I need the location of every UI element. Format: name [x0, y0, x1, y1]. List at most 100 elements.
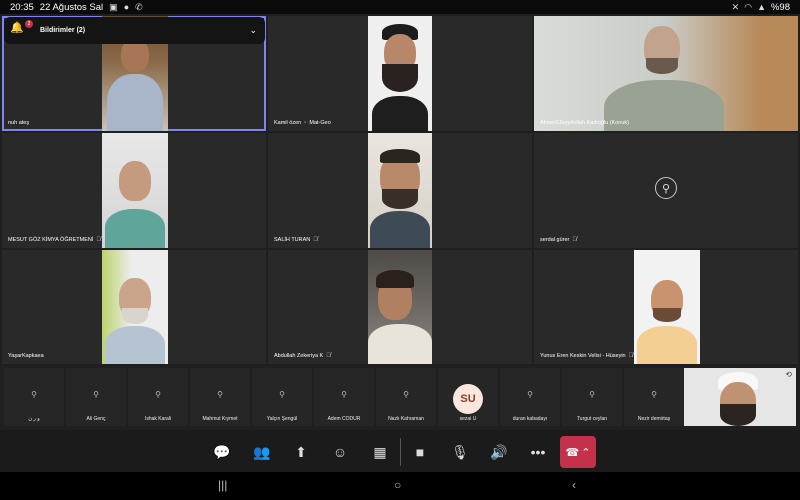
strip-tile[interactable]: ⚲ Nazlı Kahraman — [376, 368, 436, 426]
gallery-icon: ▣ — [109, 1, 118, 12]
strip-tile[interactable]: ⚲ Mahmut Kıymet — [190, 368, 250, 426]
person-icon: ⚲ — [655, 177, 677, 199]
strip-name: Ali Genç — [86, 416, 106, 422]
battery-level: %98 — [770, 1, 790, 13]
participant-video — [534, 16, 798, 131]
mic-off-icon: 🎙̸ — [326, 353, 331, 359]
participant-tile-kamil-ozen[interactable]: Kamil özen ▫ Mat-Geo — [268, 16, 532, 131]
more-icon[interactable]: ••• — [524, 438, 552, 466]
home-button[interactable]: ○ — [394, 478, 401, 492]
call-controls: 💬 👥 ⬆ ☺ ▦ ■ 🎙 🔊 ••• ☎ ⌃ — [0, 430, 800, 472]
status-bar: 20:35 22 Ağustos Sal ▣ ● ✆ ✕ ◠ ▲ %98 — [0, 0, 800, 14]
divider — [400, 438, 401, 466]
strip-tile[interactable]: ⚲ Nezir demirtaş — [624, 368, 684, 426]
mic-off-icon: 🎙̸ — [628, 353, 634, 359]
participant-name-secondary: Mat-Geo — [309, 120, 331, 126]
person-icon: ⚲ — [651, 390, 657, 399]
apps-grid-icon[interactable]: ▦ — [366, 438, 394, 466]
participant-video — [368, 16, 432, 131]
recents-button[interactable]: ||| — [218, 478, 227, 492]
self-view-tile[interactable]: ⟲ — [684, 368, 796, 426]
mic-off-icon: 🎙̸ — [96, 237, 101, 243]
person-icon: ⚲ — [279, 390, 285, 399]
strip-name: Mahmut Kıymet — [202, 416, 238, 422]
strip-tile[interactable]: ⚲ İshak Karali — [128, 368, 188, 426]
back-button[interactable]: ‹ — [572, 478, 576, 492]
strip-name: Nezir demirtaş — [637, 416, 671, 422]
participant-name: Abdullah Zekeriya K — [274, 353, 324, 359]
wifi-icon: ◠ — [744, 1, 753, 12]
person-icon: ⚲ — [31, 390, 37, 399]
account-icon: ● — [123, 1, 130, 12]
strip-tile[interactable]: ⚲ Adem CODUR — [314, 368, 374, 426]
participant-video — [368, 250, 432, 364]
participant-name: YaşarKapkaea — [8, 353, 44, 359]
initials-avatar: SU — [453, 384, 483, 414]
strip-name: Nazlı Kahraman — [388, 416, 424, 422]
participant-tile-yunus-eren[interactable]: Yunus Eren Keskin Velisi - Hüseyin 🎙̸ — [534, 250, 798, 364]
mic-off-icon: 🎙̸ — [572, 237, 577, 243]
participant-tile-ahmet-kadioglu[interactable]: Ahmet/Ubeydullah Kadıoğlu (Konuk) — [534, 16, 798, 131]
participant-name: SALİH TURAN — [274, 237, 311, 243]
participant-video — [102, 133, 168, 248]
strip-tile[interactable]: ⚲ و ر ن — [4, 368, 64, 426]
participant-strip: ⚲ و ر ن ⚲ Ali Genç ⚲ İshak Karali ⚲ Mahmut K… — [0, 366, 800, 430]
person-icon: ⚲ — [155, 390, 161, 399]
date: 22 Ağustos Sal — [39, 1, 104, 13]
participant-name: Kamil özen — [274, 120, 302, 126]
participant-tile-yasarkapkaea[interactable]: YaşarKapkaea — [2, 250, 266, 364]
hangup-button[interactable]: ☎ ⌃ — [560, 436, 596, 468]
strip-name: Adem CODUR — [327, 416, 361, 422]
strip-name: sezai U — [459, 416, 477, 422]
reactions-icon[interactable]: ☺ — [326, 438, 354, 466]
strip-name: duran kabadayı — [512, 416, 548, 422]
notifications-banner[interactable]: 🔔 2 Bildirimler (2) ⌄ — [4, 17, 265, 44]
participant-tile-serdal-gurer[interactable]: ⚲ serdal gürer 🎙̸ — [534, 133, 798, 248]
strip-tile[interactable]: SU sezai U — [438, 368, 498, 426]
share-screen-icon[interactable]: ⬆ — [287, 438, 315, 466]
separator-icon: ▫ — [304, 120, 307, 126]
participant-name: Yunus Eren Keskin Velisi - Hüseyin — [540, 353, 626, 359]
participant-name: MESUT GÖZ KİMYA ÖĞRETMENİ — [8, 237, 94, 243]
signal-icon: ▲ — [757, 1, 766, 12]
notification-badge: 2 — [25, 20, 33, 28]
participant-name: nuh ateş — [8, 120, 30, 126]
clock: 20:35 — [10, 1, 34, 13]
person-icon: ⚲ — [527, 390, 533, 399]
mute-icon: ✕ — [731, 1, 740, 12]
participant-tile-salih-turan[interactable]: SALİH TURAN 🎙̸ — [268, 133, 532, 248]
chevron-up-icon[interactable]: ⌃ — [581, 446, 590, 459]
participant-name: serdal gürer — [540, 237, 570, 243]
bell-icon: 🔔 — [10, 22, 24, 34]
chevron-down-icon[interactable]: ⌄ — [249, 25, 257, 36]
strip-tile[interactable]: ⚲ Turgut ceylan — [562, 368, 622, 426]
speaker-icon[interactable]: 🔊 — [485, 438, 513, 466]
strip-tile[interactable]: ⚲ duran kabadayı — [500, 368, 560, 426]
participant-name: Ahmet/Ubeydullah Kadıoğlu (Konuk) — [540, 120, 629, 126]
strip-name: و ر ن — [28, 416, 40, 422]
hangup-icon: ☎ — [565, 446, 580, 459]
camera-icon[interactable]: ■ — [406, 438, 434, 466]
participant-video — [634, 250, 700, 364]
person-icon: ⚲ — [589, 390, 595, 399]
strip-name: Turgut ceylan — [576, 416, 608, 422]
strip-tile[interactable]: ⚲ Ali Genç — [66, 368, 126, 426]
person-icon: ⚲ — [403, 390, 409, 399]
participant-tile-mesut-goz[interactable]: MESUT GÖZ KİMYA ÖĞRETMENİ 🎙̸ — [2, 133, 266, 248]
chat-icon[interactable]: 💬 — [208, 438, 236, 466]
notifications-title: Bildirimler (2) — [40, 27, 86, 34]
participant-tile-abdullah-zekeriya[interactable]: Abdullah Zekeriya K 🎙̸ — [268, 250, 532, 364]
participant-video — [368, 133, 432, 248]
person-icon: ⚲ — [93, 390, 99, 399]
person-icon: ⚲ — [341, 390, 347, 399]
video-stage: nuh ateş Kamil özen ▫ Mat-Geo Ahmet/Ubeydu… — [0, 14, 800, 366]
participant-video — [102, 250, 168, 364]
system-nav-bar: ||| ○ ‹ — [0, 472, 800, 500]
switch-camera-icon[interactable]: ⟲ — [785, 370, 792, 379]
strip-name: İshak Karali — [144, 416, 172, 422]
people-icon[interactable]: 👥 — [248, 438, 276, 466]
mic-icon[interactable]: 🎙 — [446, 438, 474, 466]
phone-icon: ✆ — [135, 1, 143, 12]
strip-name: Yalçın Şengül — [266, 416, 298, 422]
strip-tile[interactable]: ⚲ Yalçın Şengül — [252, 368, 312, 426]
